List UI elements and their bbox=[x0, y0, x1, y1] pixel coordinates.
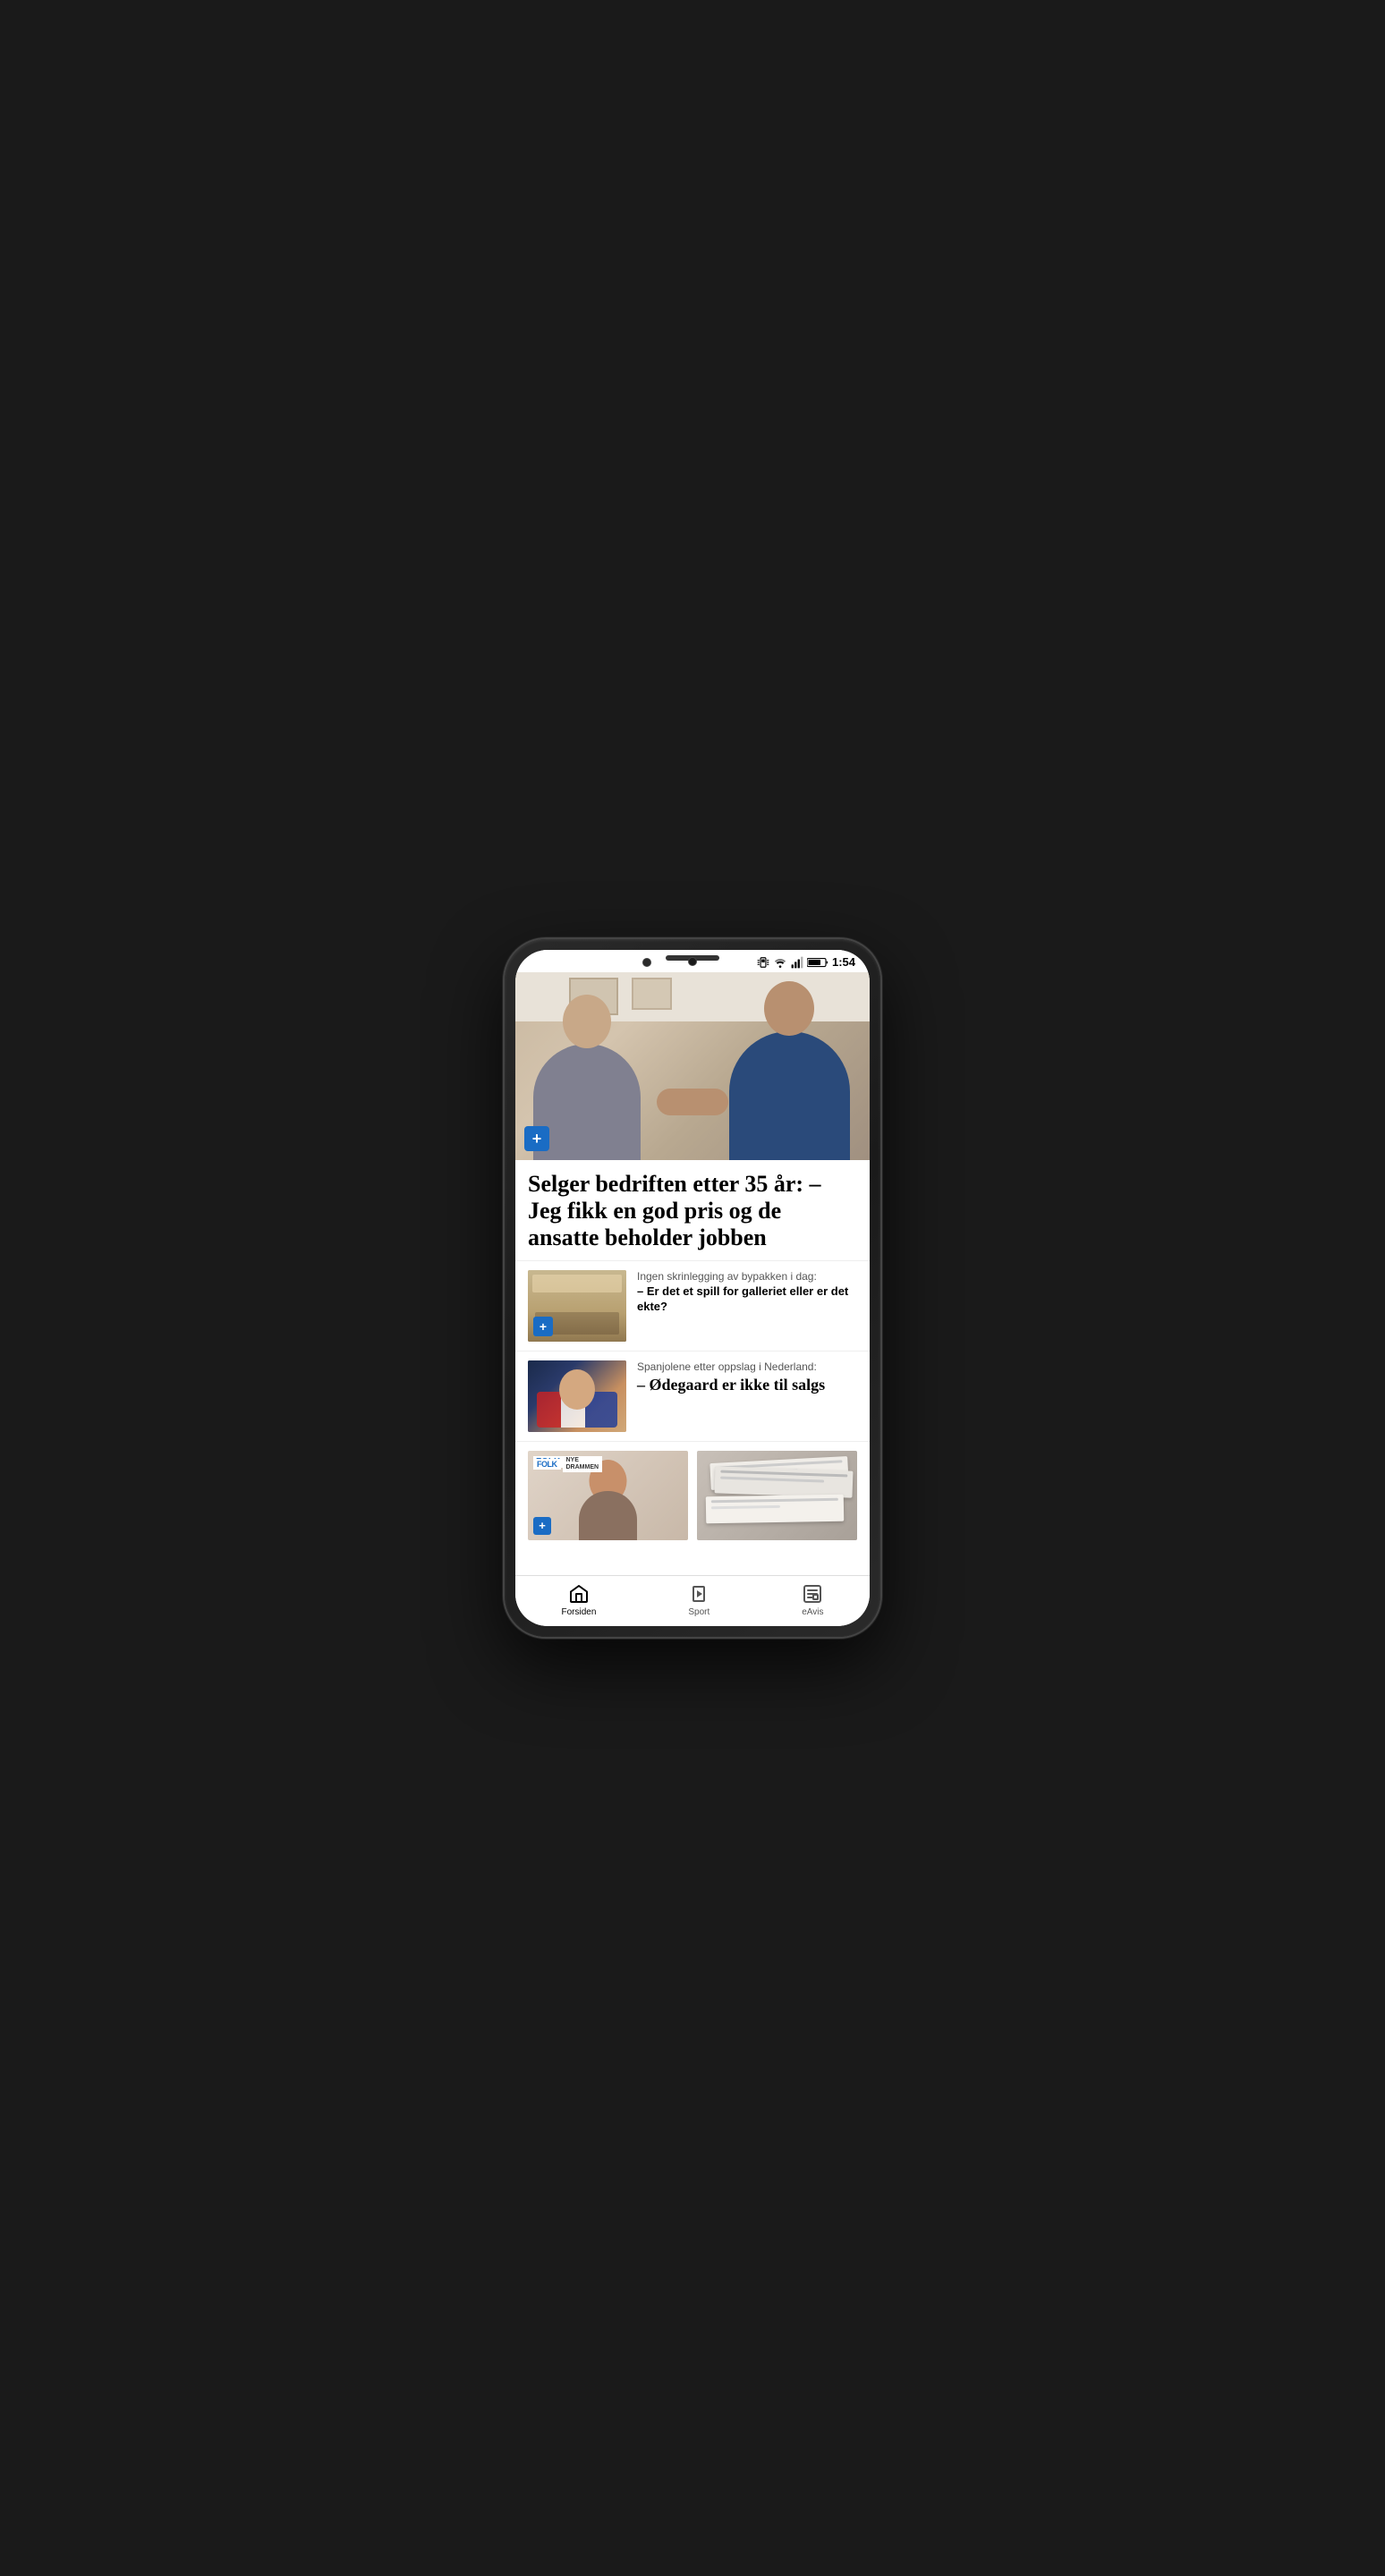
camera-dot bbox=[688, 957, 697, 966]
news-item-1-plus: + bbox=[533, 1317, 553, 1336]
sport-icon bbox=[688, 1583, 709, 1605]
hero-image[interactable]: + bbox=[515, 972, 870, 1160]
hero-handshake bbox=[657, 1089, 728, 1115]
vibrate-icon bbox=[757, 956, 769, 969]
screen: 1:54 bbox=[515, 950, 870, 1626]
nav-label-sport: Sport bbox=[688, 1607, 709, 1617]
eavis-icon bbox=[802, 1583, 823, 1605]
news-item-2-headline: – Ødegaard er ikke til salgs bbox=[637, 1375, 857, 1395]
news-item-1-headline: – Er det et spill for galleriet eller er… bbox=[637, 1284, 857, 1315]
home-icon bbox=[568, 1583, 590, 1605]
bottom-nav: Forsiden Sport eAvis bbox=[515, 1575, 870, 1626]
news-item-1[interactable]: + Ingen skrinlegging av bypakken i dag: … bbox=[515, 1260, 870, 1351]
hero-plus-badge: + bbox=[524, 1126, 549, 1151]
news-item-2-label: Spanjolene etter oppslag i Nederland: bbox=[637, 1360, 857, 1373]
status-time: 1:54 bbox=[832, 955, 855, 969]
main-headline[interactable]: Selger bedriften etter 35 år: – Jeg fikk… bbox=[515, 1160, 870, 1260]
bottom-card-folk[interactable]: FOLK NYEDRAMMEN + bbox=[528, 1451, 688, 1540]
nav-item-eavis[interactable]: eAvis bbox=[784, 1583, 841, 1617]
signal-icon bbox=[791, 956, 803, 969]
news-thumb-soccer bbox=[528, 1360, 626, 1432]
news-item-1-text: Ingen skrinlegging av bypakken i dag: – … bbox=[637, 1270, 857, 1315]
news-item-1-label: Ingen skrinlegging av bypakken i dag: bbox=[637, 1270, 857, 1283]
battery-icon bbox=[807, 956, 828, 969]
status-icons: 1:54 bbox=[757, 955, 855, 969]
nav-label-eavis: eAvis bbox=[802, 1607, 823, 1617]
bottom-two-col[interactable]: FOLK NYEDRAMMEN + bbox=[515, 1441, 870, 1549]
nav-item-sport[interactable]: Sport bbox=[670, 1583, 727, 1617]
news-item-2-text: Spanjolene etter oppslag i Nederland: – … bbox=[637, 1360, 857, 1395]
news-item-2[interactable]: Spanjolene etter oppslag i Nederland: – … bbox=[515, 1351, 870, 1441]
doc-paper-3 bbox=[706, 1494, 845, 1523]
hero-person-right bbox=[726, 981, 852, 1160]
folk-plus-badge: + bbox=[533, 1517, 551, 1535]
wifi-icon bbox=[773, 956, 787, 969]
news-thumb-meeting: + bbox=[528, 1270, 626, 1342]
folk-brand: FOLK NYEDRAMMEN bbox=[533, 1456, 602, 1473]
phone-shell: 1:54 bbox=[505, 939, 880, 1637]
content-scroll[interactable]: + Selger bedriften etter 35 år: – Jeg fi… bbox=[515, 972, 870, 1575]
nav-label-forsiden: Forsiden bbox=[561, 1607, 596, 1617]
bottom-card-docs[interactable] bbox=[697, 1451, 857, 1540]
doc-paper-2 bbox=[715, 1466, 854, 1497]
article-area: Selger bedriften etter 35 år: – Jeg fikk… bbox=[515, 1160, 870, 1549]
nav-item-forsiden[interactable]: Forsiden bbox=[543, 1583, 614, 1617]
